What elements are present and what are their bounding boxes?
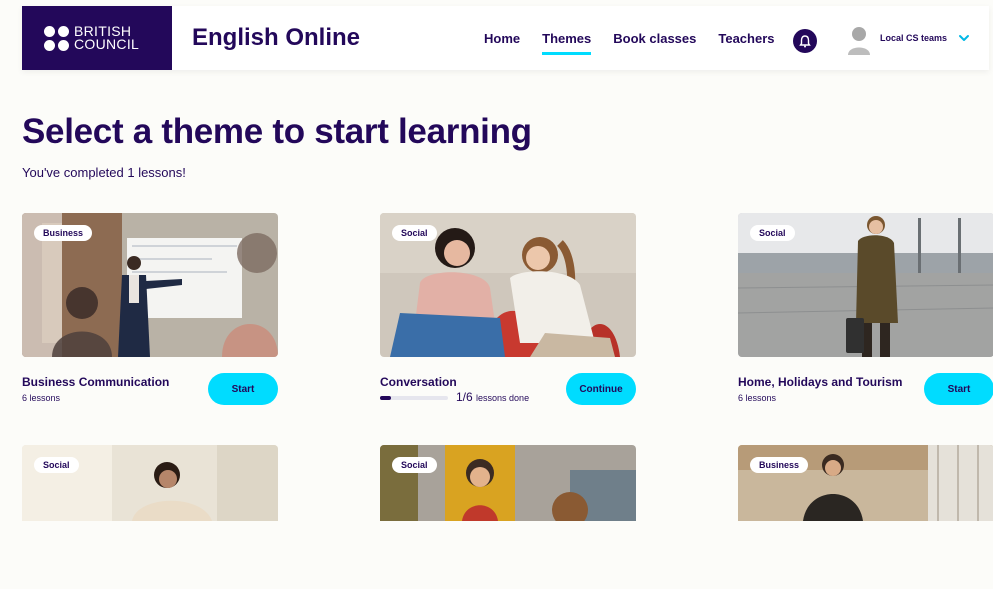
bell-icon[interactable] bbox=[793, 29, 817, 53]
british-council-logo[interactable]: BRITISH COUNCIL bbox=[22, 6, 172, 70]
theme-image[interactable]: Social bbox=[380, 213, 636, 357]
logo-line-2: COUNCIL bbox=[74, 36, 140, 52]
theme-lesson-count: 6 lessons bbox=[738, 393, 777, 403]
app-title[interactable]: English Online bbox=[192, 24, 360, 52]
theme-card[interactable]: Social bbox=[22, 445, 278, 589]
theme-card[interactable]: Social bbox=[380, 445, 636, 589]
theme-card-home-holidays-tourism[interactable]: Social Home, Holidays and Tourism 6 less… bbox=[738, 213, 993, 405]
theme-image[interactable]: Business bbox=[22, 213, 278, 357]
logo-dots-icon bbox=[44, 25, 69, 51]
nav-item-teachers[interactable]: Teachers bbox=[718, 31, 774, 55]
page-subtitle: You've completed 1 lessons! bbox=[22, 165, 186, 180]
progress-label: lessons done bbox=[476, 393, 530, 403]
theme-title[interactable]: Home, Holidays and Tourism bbox=[738, 375, 902, 389]
main-nav: Home Themes Book classes Teachers bbox=[484, 31, 775, 55]
top-navigation-bar: BRITISH COUNCIL English Online Home Them… bbox=[22, 6, 989, 70]
theme-category-badge: Social bbox=[392, 225, 437, 241]
lesson-progress-bar bbox=[380, 396, 448, 400]
theme-category-badge: Social bbox=[34, 457, 79, 473]
theme-category-badge: Business bbox=[750, 457, 809, 473]
theme-category-badge: Social bbox=[750, 225, 795, 241]
theme-card[interactable]: Business bbox=[738, 445, 993, 589]
user-avatar[interactable] bbox=[847, 25, 871, 55]
nav-item-book-classes[interactable]: Book classes bbox=[613, 31, 696, 55]
progress-fraction: 1/6 bbox=[456, 390, 473, 404]
theme-category-badge: Business bbox=[34, 225, 93, 241]
start-button[interactable]: Start bbox=[208, 373, 278, 405]
continue-button[interactable]: Continue bbox=[566, 373, 636, 405]
start-button[interactable]: Start bbox=[924, 373, 993, 405]
theme-image[interactable]: Social bbox=[380, 445, 636, 589]
chevron-down-icon[interactable] bbox=[957, 31, 971, 45]
nav-item-home[interactable]: Home bbox=[484, 31, 520, 55]
theme-card-business-communication[interactable]: Business Business Communication 6 lesson… bbox=[22, 213, 278, 405]
theme-category-badge: Social bbox=[392, 457, 437, 473]
theme-image[interactable]: Social bbox=[22, 445, 278, 589]
theme-title[interactable]: Conversation bbox=[380, 375, 457, 389]
lesson-progress-text: 1/6 lessons done bbox=[456, 390, 529, 404]
user-name[interactable]: Local CS teams bbox=[880, 33, 947, 43]
page-title: Select a theme to start learning bbox=[22, 112, 532, 151]
theme-title[interactable]: Business Communication bbox=[22, 375, 169, 389]
theme-lesson-count: 6 lessons bbox=[22, 393, 61, 403]
theme-image[interactable]: Social bbox=[738, 213, 993, 357]
theme-image[interactable]: Business bbox=[738, 445, 993, 589]
nav-item-themes[interactable]: Themes bbox=[542, 31, 592, 55]
theme-card-conversation[interactable]: Social Conversation 1/6 lessons done Con… bbox=[380, 213, 636, 405]
